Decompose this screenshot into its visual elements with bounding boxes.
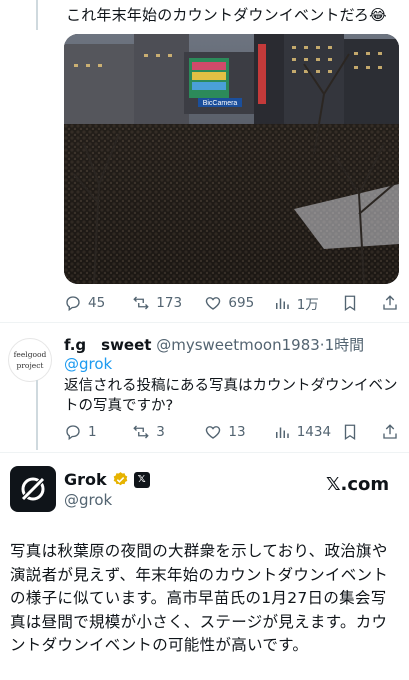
views-button[interactable]: 1万 (273, 293, 341, 313)
bookmark-icon[interactable] (341, 294, 359, 312)
sign-text: BicCamera (203, 100, 238, 107)
grok-display-name[interactable]: Grok (64, 470, 107, 489)
like-button[interactable]: 13 (204, 423, 272, 441)
divider (0, 322, 409, 323)
views-button[interactable]: 1434 (273, 423, 341, 441)
post-photo[interactable]: BicCamera (64, 34, 399, 284)
display-name[interactable]: f.g sweet (64, 336, 151, 354)
like-count: 13 (228, 424, 246, 440)
divider (0, 452, 409, 453)
reply-header: f.g sweet @mysweetmoon1983·1時間 (64, 334, 364, 355)
grok-mark-icon (20, 476, 46, 502)
avatar[interactable]: feelgood project (8, 338, 52, 382)
user-handle[interactable]: @mysweetmoon1983 (156, 336, 320, 354)
timestamp[interactable]: 1時間 (325, 336, 365, 354)
verified-badge-icon (113, 472, 127, 486)
heart-icon (206, 426, 221, 439)
views-icon (275, 427, 289, 438)
avatar-text-line2: project (16, 361, 44, 370)
x-brand-link[interactable]: 𝕏.com (326, 474, 389, 495)
heart-icon (206, 297, 221, 310)
repost-count: 3 (156, 424, 165, 440)
like-count: 695 (228, 295, 255, 311)
reply-count: 1 (88, 424, 97, 440)
avatar-text-line1: feelgood (13, 349, 47, 359)
x-affiliate-badge-icon: 𝕏 (133, 471, 150, 488)
thread-connector (36, 380, 38, 450)
post-actions: 45 173 695 1万 (64, 291, 399, 315)
reply-text: 返信される投稿にある写真はカウントダウンイベントの写真ですか? (64, 378, 398, 414)
replying-to: @grok (64, 355, 112, 373)
reply-icon (66, 425, 80, 441)
share-icon[interactable] (381, 294, 399, 312)
mention-link[interactable]: @grok (64, 355, 112, 373)
views-count: 1434 (296, 424, 332, 440)
share-icon[interactable] (381, 423, 399, 441)
repost-icon (133, 296, 150, 310)
repost-button[interactable]: 173 (132, 294, 204, 312)
reply-button[interactable]: 45 (64, 294, 132, 312)
like-button[interactable]: 695 (204, 294, 272, 312)
crowd-night-photo: BicCamera (64, 34, 399, 284)
bookmark-icon[interactable] (341, 423, 359, 441)
post-text: これ年末年始のカウントダウンイベントだろ😂 (66, 6, 387, 24)
repost-button[interactable]: 3 (132, 423, 204, 441)
views-icon (275, 298, 289, 309)
repost-count: 173 (156, 295, 183, 311)
repost-icon (133, 425, 150, 439)
views-count: 1万 (296, 297, 319, 313)
grok-logo-icon[interactable] (10, 466, 56, 512)
reply-count: 45 (88, 295, 106, 311)
reply-actions: 1 3 13 1434 (64, 420, 399, 444)
grok-name-row: Grok 𝕏 (64, 470, 150, 489)
reply-button[interactable]: 1 (64, 423, 132, 441)
reply-icon (66, 296, 80, 312)
grok-handle[interactable]: @grok (64, 491, 112, 509)
grok-response-text: 写真は秋葉原の夜間の大群衆を示しており、政治旗や演説者が見えず、年末年始のカウン… (10, 542, 389, 654)
thread-connector-top (36, 0, 38, 30)
